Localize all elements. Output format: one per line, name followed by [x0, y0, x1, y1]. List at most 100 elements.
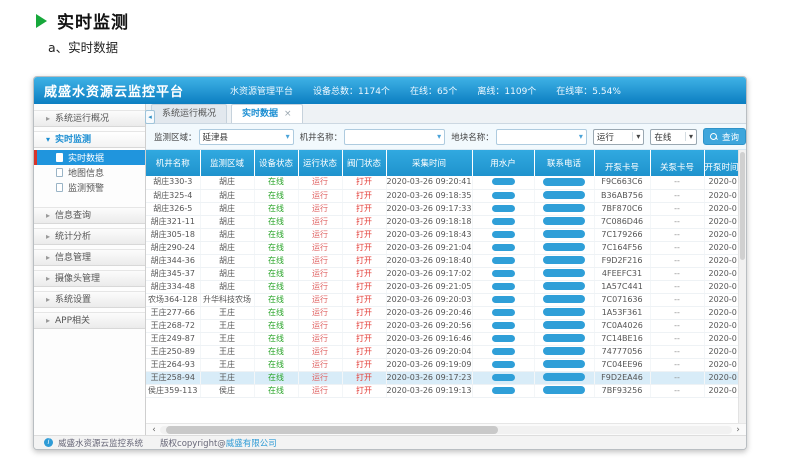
scroll-right-icon[interactable]: ›: [732, 425, 744, 435]
cell-water-user: [472, 202, 534, 215]
column-header-阀门状态[interactable]: 阀门状态: [342, 150, 386, 176]
section-title: 实时监测: [57, 8, 129, 33]
redacted-phone: [543, 230, 585, 238]
cell-region: 王庄: [200, 371, 254, 384]
cell-water-user: [472, 345, 534, 358]
cell-collect-time: 2020-03-26 09:17:23: [386, 371, 472, 384]
sidebar-subitem-地图信息[interactable]: 地图信息: [34, 165, 145, 180]
cell-open-card: 1A57C441: [594, 280, 650, 293]
redacted-water-user: [492, 361, 515, 368]
cell-valve-status: 打开: [342, 384, 386, 397]
table-row[interactable]: 王庄249-87王庄在线运行打开2020-03-26 09:16:467C14B…: [146, 332, 739, 345]
sidebar-item-APP相关[interactable]: ▸APP相关: [34, 312, 145, 329]
well-name-select[interactable]: ▾: [344, 129, 445, 145]
redacted-water-user: [492, 270, 515, 277]
redacted-phone: [543, 204, 585, 212]
sidebar-item-摄像头管理[interactable]: ▸摄像头管理: [34, 270, 145, 287]
horizontal-scrollbar[interactable]: ‹ ›: [146, 423, 746, 435]
cell-water-user: [472, 280, 534, 293]
tab-label: 系统运行概况: [162, 105, 216, 123]
region-select-value: 延津县: [203, 131, 229, 143]
table-row[interactable]: 胡庄321-11胡庄在线运行打开2020-03-26 09:18:187C086…: [146, 215, 739, 228]
cell-pump-time: 2020-0: [704, 319, 739, 332]
cell-well-name: 胡庄305-18: [146, 228, 200, 241]
plot-name-select[interactable]: ▾: [496, 129, 587, 145]
online-status-select[interactable]: 在线 ▾: [650, 129, 697, 145]
vertical-scrollbar[interactable]: [738, 150, 746, 423]
cell-run-status: 运行: [298, 202, 342, 215]
close-icon[interactable]: ×: [284, 105, 292, 123]
cell-open-card: F9D2F216: [594, 254, 650, 267]
column-header-联系电话[interactable]: 联系电话: [534, 150, 594, 176]
sidebar-item-信息查询[interactable]: ▸信息查询: [34, 207, 145, 224]
section-marker-icon: [36, 14, 47, 28]
table-row[interactable]: 胡庄290-24胡庄在线运行打开2020-03-26 09:21:047C164…: [146, 241, 739, 254]
footer-copyright: 版权copyright@威盛有限公司: [160, 437, 277, 449]
column-header-开泵卡号[interactable]: 开泵卡号: [594, 150, 650, 176]
sidebar-subitem-监测预警[interactable]: 监测预警: [34, 180, 145, 195]
table-row[interactable]: 王庄277-66王庄在线运行打开2020-03-26 09:20:461A53F…: [146, 306, 739, 319]
tab-实时数据[interactable]: 实时数据×: [231, 104, 303, 123]
table-row[interactable]: 胡庄305-18胡庄在线运行打开2020-03-26 09:18:437C179…: [146, 228, 739, 241]
column-header-运行状态[interactable]: 运行状态: [298, 150, 342, 176]
column-header-采集时间[interactable]: 采集时间: [386, 150, 472, 176]
cell-pump-time: 2020-0: [704, 293, 739, 306]
redacted-water-user: [492, 218, 515, 225]
region-select[interactable]: 延津县 ▾: [199, 129, 294, 145]
column-header-用水户[interactable]: 用水户: [472, 150, 534, 176]
column-header-监测区域[interactable]: 监测区域: [200, 150, 254, 176]
redacted-water-user: [492, 387, 515, 394]
cell-contact-phone: [534, 267, 594, 280]
header-stat: 设备总数：1174个: [313, 84, 390, 97]
table-row[interactable]: 胡庄326-5胡庄在线运行打开2020-03-26 09:17:337BF870…: [146, 202, 739, 215]
table-row[interactable]: 王庄250-89王庄在线运行打开2020-03-26 09:20:0474777…: [146, 345, 739, 358]
search-button[interactable]: 查询: [703, 128, 746, 145]
cell-well-name: 王庄249-87: [146, 332, 200, 345]
cell-run-status: 运行: [298, 345, 342, 358]
cell-device-status: 在线: [254, 176, 298, 189]
cell-close-card: --: [650, 215, 704, 228]
run-status-select[interactable]: 运行 ▾: [593, 129, 645, 145]
sub-label: a、实时数据: [48, 37, 118, 56]
table-row[interactable]: 胡庄345-37胡庄在线运行打开2020-03-26 09:17:024FEEF…: [146, 267, 739, 280]
sidebar-item-统计分析[interactable]: ▸统计分析: [34, 228, 145, 245]
sidebar-subitem-实时数据[interactable]: 实时数据: [34, 150, 145, 165]
cell-well-name: 王庄250-89: [146, 345, 200, 358]
chevron-down-icon: ▾: [632, 132, 640, 141]
cell-water-user: [472, 241, 534, 254]
cell-region: 胡庄: [200, 228, 254, 241]
cell-run-status: 运行: [298, 241, 342, 254]
table-row[interactable]: 王庄268-72王庄在线运行打开2020-03-26 09:20:567C0A4…: [146, 319, 739, 332]
column-header-设备状态[interactable]: 设备状态: [254, 150, 298, 176]
table-row[interactable]: 胡庄334-48胡庄在线运行打开2020-03-26 09:21:051A57C…: [146, 280, 739, 293]
cell-well-name: 胡庄325-4: [146, 189, 200, 202]
main-panel: 系统运行概况实时数据× 监测区域： 延津县 ▾ 机井名称： ▾ 地块名称：: [146, 104, 746, 435]
sidebar-item-实时监测[interactable]: ▾实时监测: [34, 131, 145, 148]
cell-contact-phone: [534, 280, 594, 293]
header-stats: 水资源管理平台设备总数：1174个在线：65个离线：1109个在线率：5.54%: [230, 84, 621, 97]
sidebar-item-信息管理[interactable]: ▸信息管理: [34, 249, 145, 266]
horizontal-scrollbar-track[interactable]: [160, 426, 732, 434]
cell-water-user: [472, 176, 534, 189]
sidebar-collapse-button[interactable]: ◂: [145, 110, 155, 124]
column-header-关泵卡号[interactable]: 关泵卡号: [650, 150, 704, 176]
table-row[interactable]: 农场364-128升华科技农场在线运行打开2020-03-26 09:20:03…: [146, 293, 739, 306]
table-row[interactable]: 王庄264-93王庄在线运行打开2020-03-26 09:19:097C04E…: [146, 358, 739, 371]
table-row[interactable]: 王庄258-94王庄在线运行打开2020-03-26 09:17:23F9D2E…: [146, 371, 739, 384]
sidebar-item-系统运行概况[interactable]: ▸系统运行概况: [34, 110, 145, 127]
horizontal-scrollbar-thumb[interactable]: [166, 426, 498, 434]
sidebar-item-系统设置[interactable]: ▸系统设置: [34, 291, 145, 308]
column-header-开泵时间[interactable]: 开泵时间: [704, 150, 739, 176]
vertical-scrollbar-thumb[interactable]: [740, 152, 745, 260]
tab-系统运行概况[interactable]: 系统运行概况: [151, 104, 227, 123]
document-icon: [56, 183, 63, 192]
table-row[interactable]: 胡庄344-36胡庄在线运行打开2020-03-26 09:18:40F9D2F…: [146, 254, 739, 267]
table-row[interactable]: 胡庄325-4胡庄在线运行打开2020-03-26 09:18:35B36AB7…: [146, 189, 739, 202]
table-row[interactable]: 侯庄359-113侯庄在线运行打开2020-03-26 09:19:137BF9…: [146, 384, 739, 397]
table-row[interactable]: 胡庄330-3胡庄在线运行打开2020-03-26 09:20:41F9C663…: [146, 176, 739, 189]
column-header-机井名称[interactable]: 机井名称: [146, 150, 200, 176]
scroll-left-icon[interactable]: ‹: [148, 425, 160, 435]
cell-device-status: 在线: [254, 319, 298, 332]
cell-open-card: 7C14BE16: [594, 332, 650, 345]
cell-device-status: 在线: [254, 293, 298, 306]
